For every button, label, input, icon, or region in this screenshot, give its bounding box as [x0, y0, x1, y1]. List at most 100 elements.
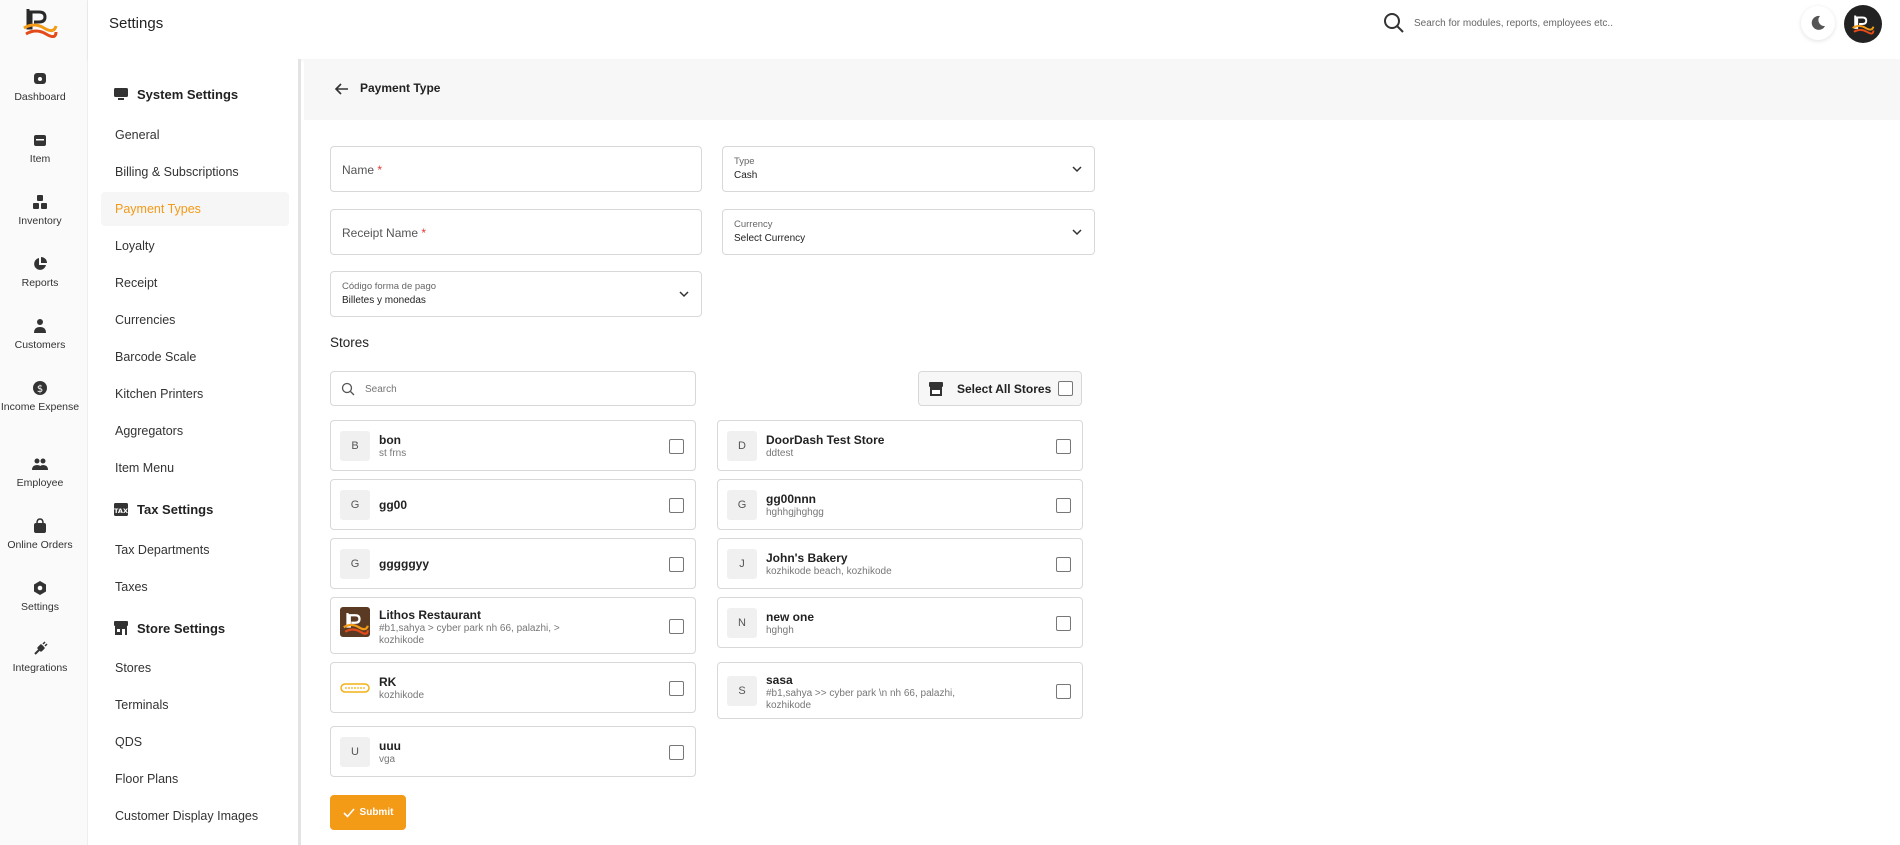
sidebar-item-floor-plans[interactable]: Floor Plans	[101, 762, 289, 796]
store-checkbox[interactable]	[669, 439, 684, 454]
check-icon	[342, 807, 355, 818]
store-card-gg00nnn[interactable]: G gg00nnn hghhgjhghgg	[717, 479, 1083, 530]
store-checkbox[interactable]	[1056, 557, 1071, 572]
store-name: John's Bakery	[766, 551, 848, 565]
sidebar-item-aggregators[interactable]: Aggregators	[101, 414, 289, 448]
receipt-name-field[interactable]: Receipt Name *	[330, 209, 702, 255]
app-title: Settings	[109, 15, 164, 32]
employee-icon	[32, 458, 48, 470]
store-address: hghgh	[766, 625, 794, 636]
top-bar: Settings	[88, 0, 1900, 59]
sidebar-item-currencies[interactable]: Currencies	[101, 303, 289, 337]
rail-online-orders[interactable]: Online Orders	[0, 518, 80, 552]
select-all-stores[interactable]: Select All Stores	[918, 371, 1082, 406]
rail-settings[interactable]: Settings	[0, 580, 80, 614]
sidebar-item-customer-display-images[interactable]: Customer Display Images	[101, 799, 289, 833]
user-avatar[interactable]	[1844, 5, 1882, 43]
rail-label: Employee	[16, 477, 64, 489]
store-card-sasa[interactable]: S sasa #b1,sahya >> cyber park \n nh 66,…	[717, 662, 1083, 719]
receipt-name-input[interactable]	[331, 210, 701, 254]
search-icon	[341, 382, 355, 396]
type-select[interactable]: Type Cash	[722, 146, 1095, 192]
section-title: Store Settings	[137, 620, 226, 636]
sidebar-item-qds[interactable]: QDS	[101, 725, 289, 759]
chevron-down-icon	[679, 291, 689, 298]
moon-icon	[1811, 15, 1825, 30]
store-card-bon[interactable]: B bon st frns	[330, 420, 696, 471]
store-address: vga	[379, 754, 396, 765]
store-icon	[929, 382, 943, 396]
submit-label: Submit	[359, 807, 394, 818]
sidebar-item-receipt[interactable]: Receipt	[101, 266, 289, 300]
svg-text:$: $	[37, 384, 43, 395]
store-name: new one	[766, 610, 815, 624]
sidebar-item-item-menu[interactable]: Item Menu	[101, 451, 289, 485]
name-field[interactable]: Name *	[330, 146, 702, 192]
sidebar-item-tax-departments[interactable]: Tax Departments	[101, 533, 289, 567]
store-checkbox[interactable]	[1056, 684, 1071, 699]
select-all-checkbox[interactable]	[1058, 381, 1073, 396]
store-card-gg00[interactable]: G gg00	[330, 479, 696, 530]
sidebar-item-general[interactable]: General	[101, 118, 289, 152]
plug-icon	[34, 641, 48, 655]
sidebar-item-billing[interactable]: Billing & Subscriptions	[101, 155, 289, 189]
store-name: gg00	[379, 498, 408, 512]
rail-inventory[interactable]: Inventory	[0, 194, 80, 228]
sidebar-item-kitchen-printers[interactable]: Kitchen Printers	[101, 377, 289, 411]
rail-label: Inventory	[18, 215, 62, 227]
sidebar-item-loyalty[interactable]: Loyalty	[101, 229, 289, 263]
search-icon[interactable]	[1383, 12, 1405, 34]
store-search[interactable]	[330, 371, 696, 406]
store-checkbox[interactable]	[1056, 498, 1071, 513]
rail-integrations[interactable]: Integrations	[0, 641, 80, 675]
store-card-lithos-restaurant[interactable]: Lithos Restaurant #b1,sahya > cyber park…	[330, 597, 696, 654]
chevron-down-icon	[1072, 229, 1082, 236]
store-icon	[114, 621, 128, 635]
store-card-doordash-test-store[interactable]: D DoorDash Test Store ddtest	[717, 420, 1083, 471]
rail-income-expense[interactable]: $ Income Expense	[0, 380, 80, 414]
theme-toggle-button[interactable]	[1801, 6, 1835, 40]
store-checkbox[interactable]	[669, 557, 684, 572]
global-search-input[interactable]	[1414, 14, 1714, 32]
store-card-gggggyy[interactable]: G gggggyy	[330, 538, 696, 589]
rail-dashboard[interactable]: Dashboard	[0, 70, 80, 104]
rail-label: Integrations	[12, 662, 68, 674]
store-checkbox[interactable]	[669, 745, 684, 760]
section-store-settings: Store Settings	[113, 620, 225, 636]
currency-select[interactable]: Currency Select Currency	[722, 209, 1095, 255]
rail-customers[interactable]: Customers	[0, 318, 80, 352]
store-card-johns-bakery[interactable]: J John's Bakery kozhikode beach, kozhiko…	[717, 538, 1083, 589]
arrow-left-icon[interactable]	[334, 81, 350, 97]
store-name: uuu	[379, 739, 401, 753]
dashboard-icon	[34, 73, 46, 84]
sidebar-item-taxes[interactable]: Taxes	[101, 570, 289, 604]
store-checkbox[interactable]	[669, 498, 684, 513]
sidebar-item-terminals[interactable]: Terminals	[101, 688, 289, 722]
store-checkbox[interactable]	[669, 681, 684, 696]
store-checkbox[interactable]	[1056, 439, 1071, 454]
sidebar-item-barcode-scale[interactable]: Barcode Scale	[101, 340, 289, 374]
store-card-uuu[interactable]: U uuu vga	[330, 726, 696, 777]
store-checkbox[interactable]	[669, 619, 684, 634]
store-search-input[interactable]	[365, 380, 685, 398]
rail-employee[interactable]: Employee	[0, 456, 80, 490]
name-input[interactable]	[331, 147, 701, 191]
store-checkbox[interactable]	[1056, 616, 1071, 631]
store-card-new-one[interactable]: N new one hghgh	[717, 597, 1083, 648]
store-logo	[340, 673, 370, 703]
codigo-forma-pago-select[interactable]: Código forma de pago Billetes y monedas	[330, 271, 702, 317]
sidebar-item-stores[interactable]: Stores	[101, 651, 289, 685]
rail-item[interactable]: Item	[0, 132, 80, 166]
store-address: #b1,sahya >> cyber park \n nh 66, palazh…	[766, 688, 956, 711]
store-avatar: G	[340, 549, 370, 579]
submit-button[interactable]: Submit	[330, 795, 406, 830]
type-caption: Type	[734, 156, 755, 167]
store-name: gg00nnn	[766, 492, 816, 506]
sidebar-item-payment-types[interactable]: Payment Types	[101, 192, 289, 226]
store-card-rk[interactable]: RK kozhikode	[330, 662, 696, 713]
type-value: Cash	[734, 170, 758, 181]
store-name: RK	[379, 675, 397, 689]
rail-reports[interactable]: Reports	[0, 256, 80, 290]
store-avatar: N	[727, 608, 757, 638]
brand-logo[interactable]	[20, 6, 60, 38]
